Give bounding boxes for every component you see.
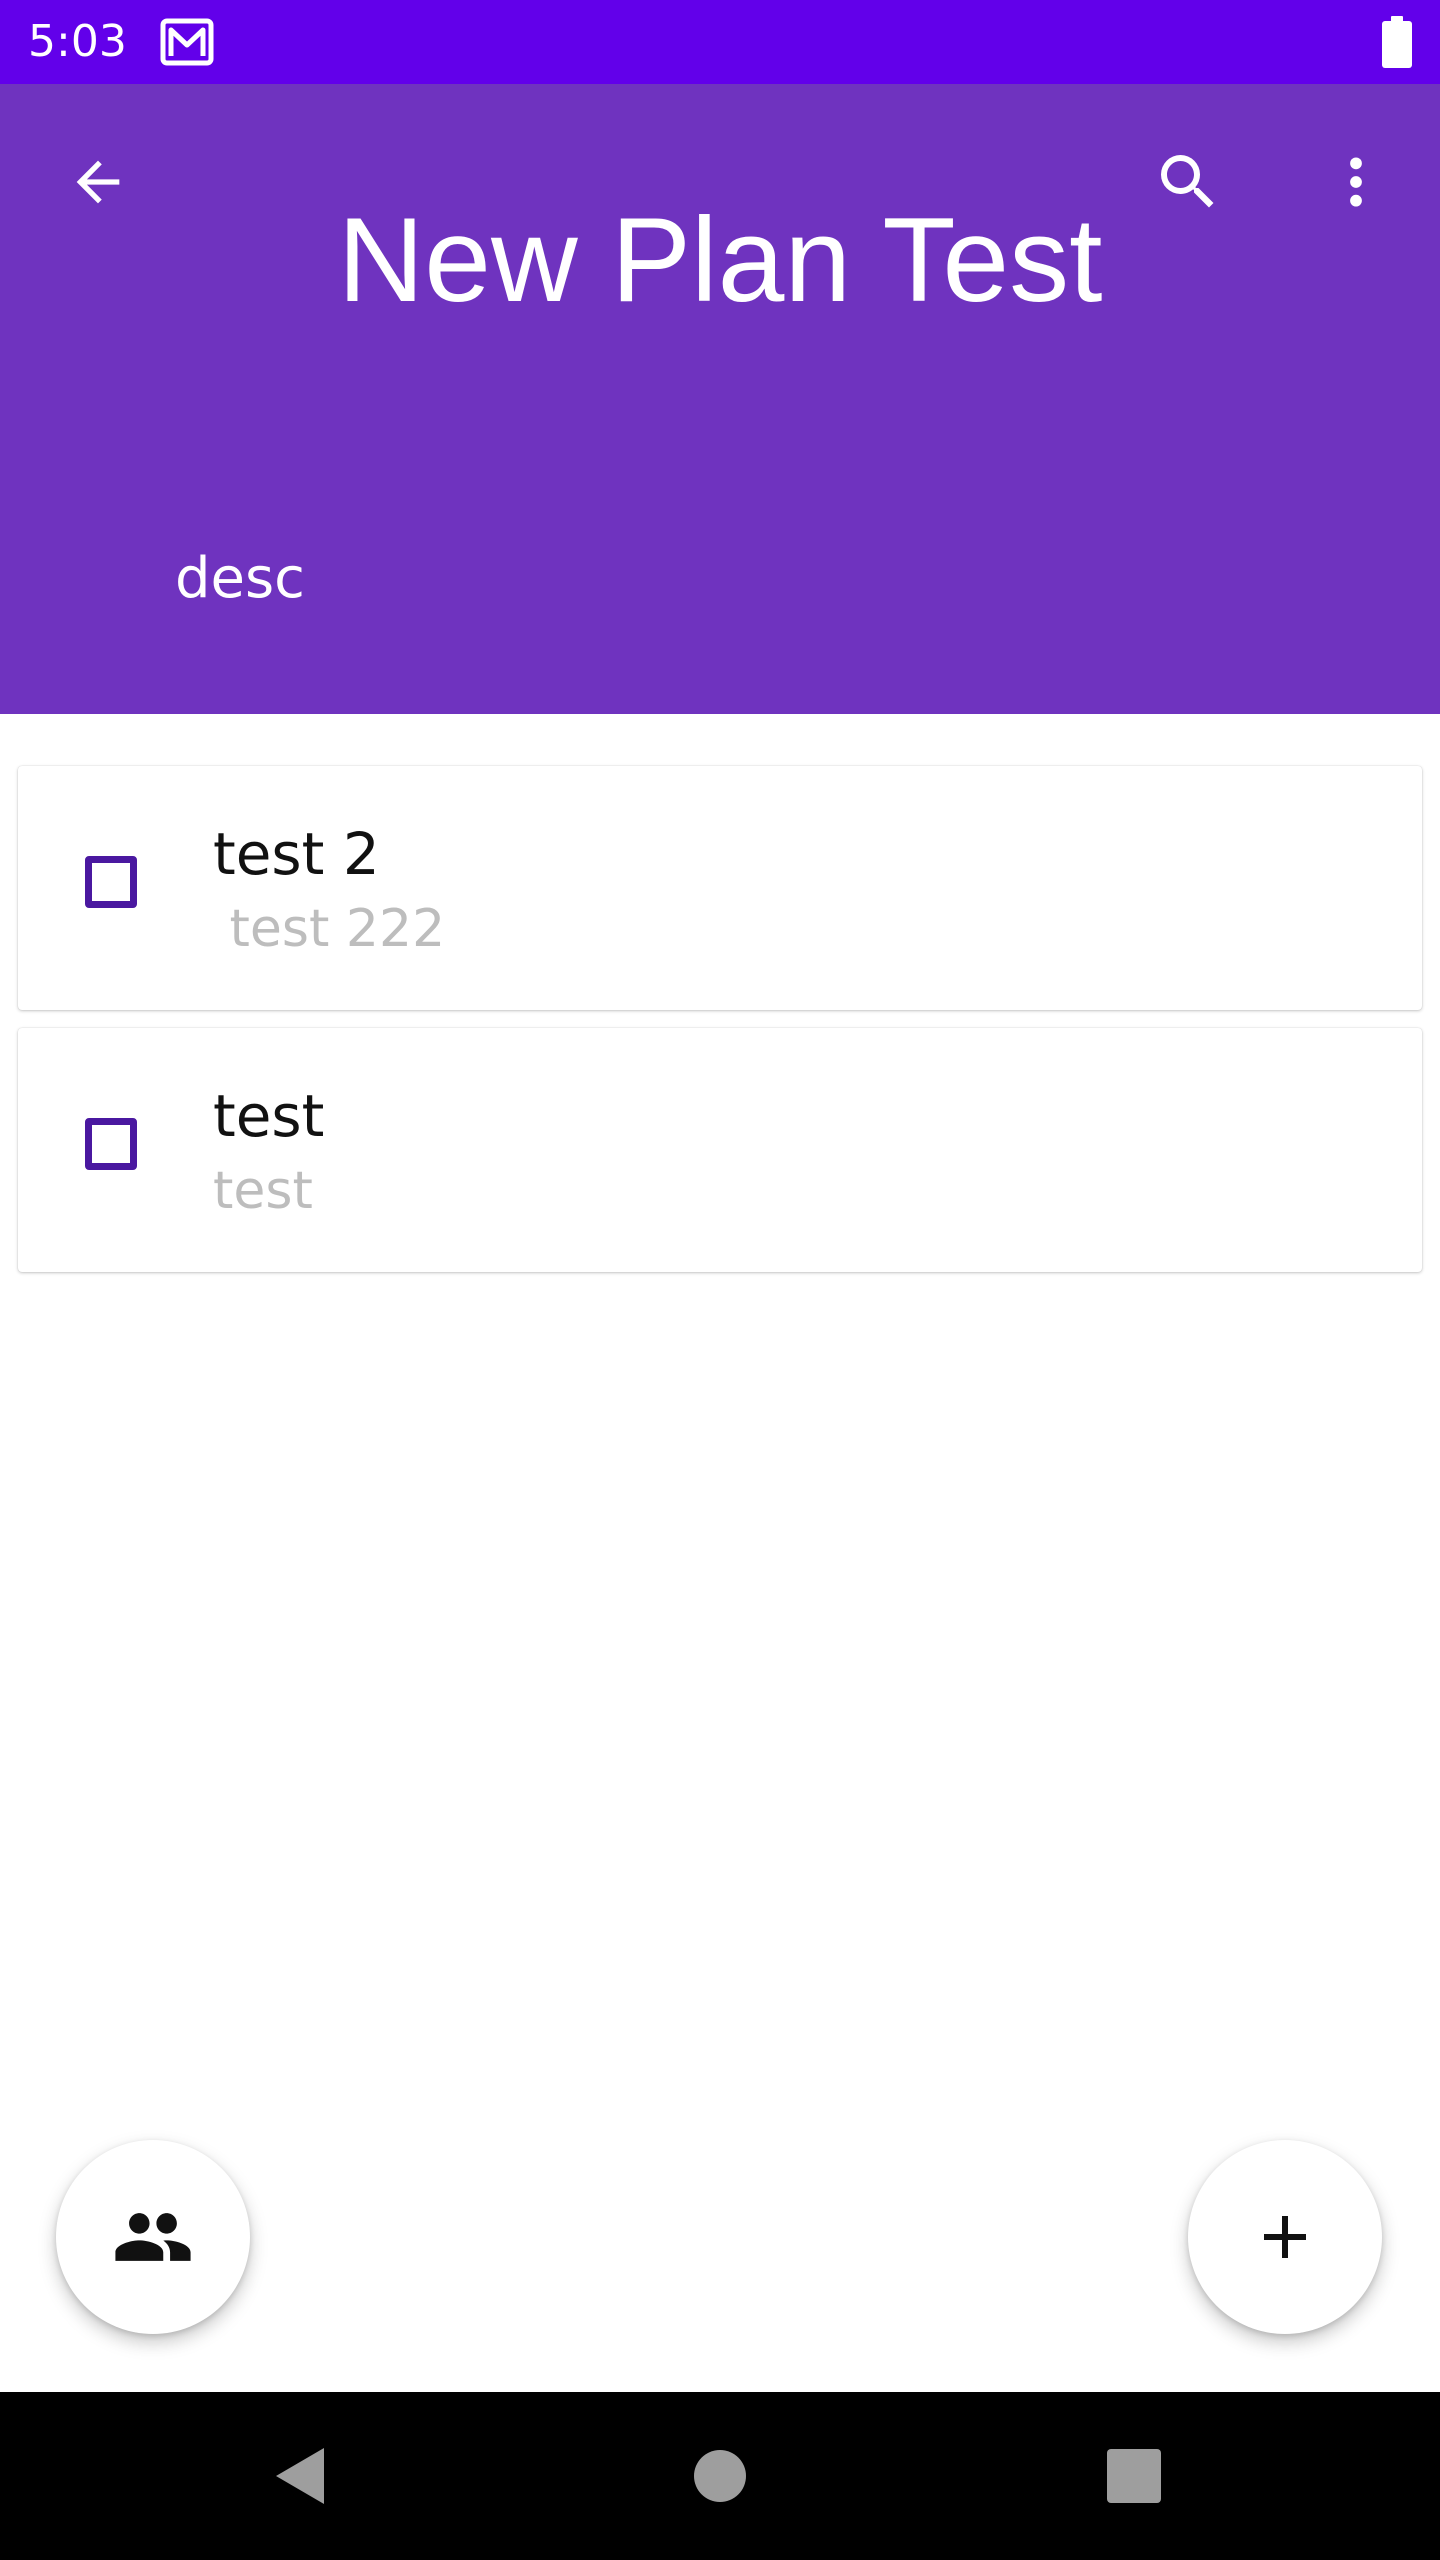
gmail-icon xyxy=(160,18,214,66)
add-task-fab-button[interactable] xyxy=(1188,2140,1382,2334)
list-item[interactable]: test test xyxy=(18,1028,1422,1272)
add-icon xyxy=(1264,2216,1306,2258)
task-title: test xyxy=(213,1082,325,1150)
nav-back-icon xyxy=(276,2448,324,2504)
task-checkbox[interactable] xyxy=(85,856,137,908)
status-time: 5:03 xyxy=(28,16,127,67)
app-bar: New Plan Test desc xyxy=(0,84,1440,714)
people-icon xyxy=(115,2213,191,2261)
task-list: test 2 test 222 test test xyxy=(18,766,1422,1290)
task-title: test 2 xyxy=(213,820,380,888)
task-subtitle: test 222 xyxy=(213,899,446,959)
page-description: desc xyxy=(175,546,305,611)
battery-full-icon xyxy=(1382,16,1412,68)
task-checkbox[interactable] xyxy=(85,1118,137,1170)
nav-recents-icon xyxy=(1107,2449,1161,2503)
members-fab-button[interactable] xyxy=(56,2140,250,2334)
nav-recents-button[interactable] xyxy=(1084,2426,1184,2526)
page-title: New Plan Test xyxy=(337,193,1103,327)
nav-back-button[interactable] xyxy=(250,2426,350,2526)
status-bar: 5:03 xyxy=(0,0,1440,84)
list-item[interactable]: test 2 test 222 xyxy=(18,766,1422,1010)
task-subtitle: test xyxy=(213,1161,313,1221)
nav-home-button[interactable] xyxy=(670,2426,770,2526)
system-navigation-bar xyxy=(0,2392,1440,2560)
nav-home-icon xyxy=(694,2450,746,2502)
